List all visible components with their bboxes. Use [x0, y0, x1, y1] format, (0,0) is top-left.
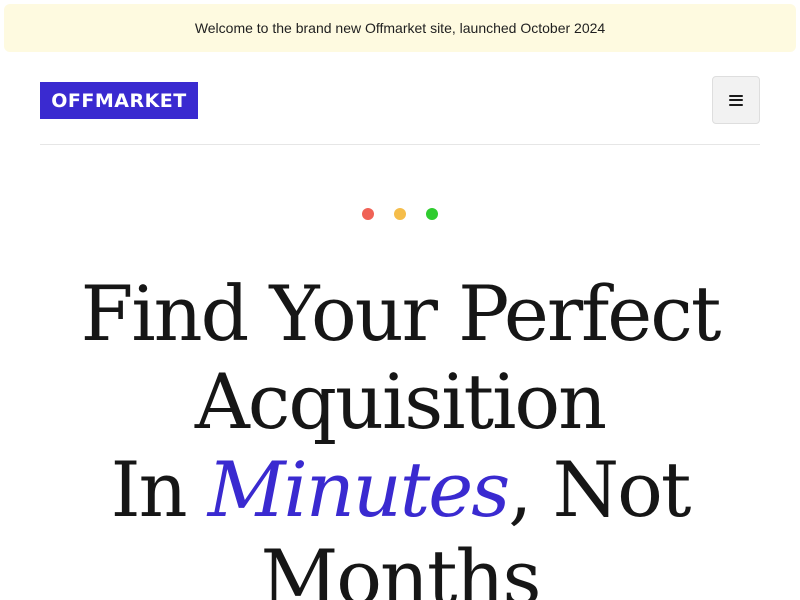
hero-line-1: Find Your Perfect [80, 269, 722, 358]
site-header: OFFMARKET [40, 60, 760, 145]
menu-button[interactable] [712, 76, 760, 124]
announcement-banner: Welcome to the brand new Offmarket site,… [4, 4, 796, 52]
hero-line-3-prefix: In [110, 445, 208, 534]
hero-line-3-suffix: , Not [508, 445, 691, 534]
yellow-dot [394, 208, 406, 220]
logo-text: OFFMARKET [51, 89, 187, 112]
hero-highlight: Minutes [207, 445, 511, 534]
hamburger-menu-icon [729, 94, 743, 106]
offmarket-logo[interactable]: OFFMARKET [40, 82, 198, 119]
announcement-text: Welcome to the brand new Offmarket site,… [194, 20, 606, 36]
hero-line-2: Acquisition [194, 357, 607, 446]
hero-line-4: Months [260, 533, 541, 600]
red-dot [362, 208, 374, 220]
green-dot [426, 208, 438, 220]
hero-heading: Find Your Perfect Acquisition In Minutes… [0, 270, 800, 600]
decorative-dots [0, 208, 800, 222]
